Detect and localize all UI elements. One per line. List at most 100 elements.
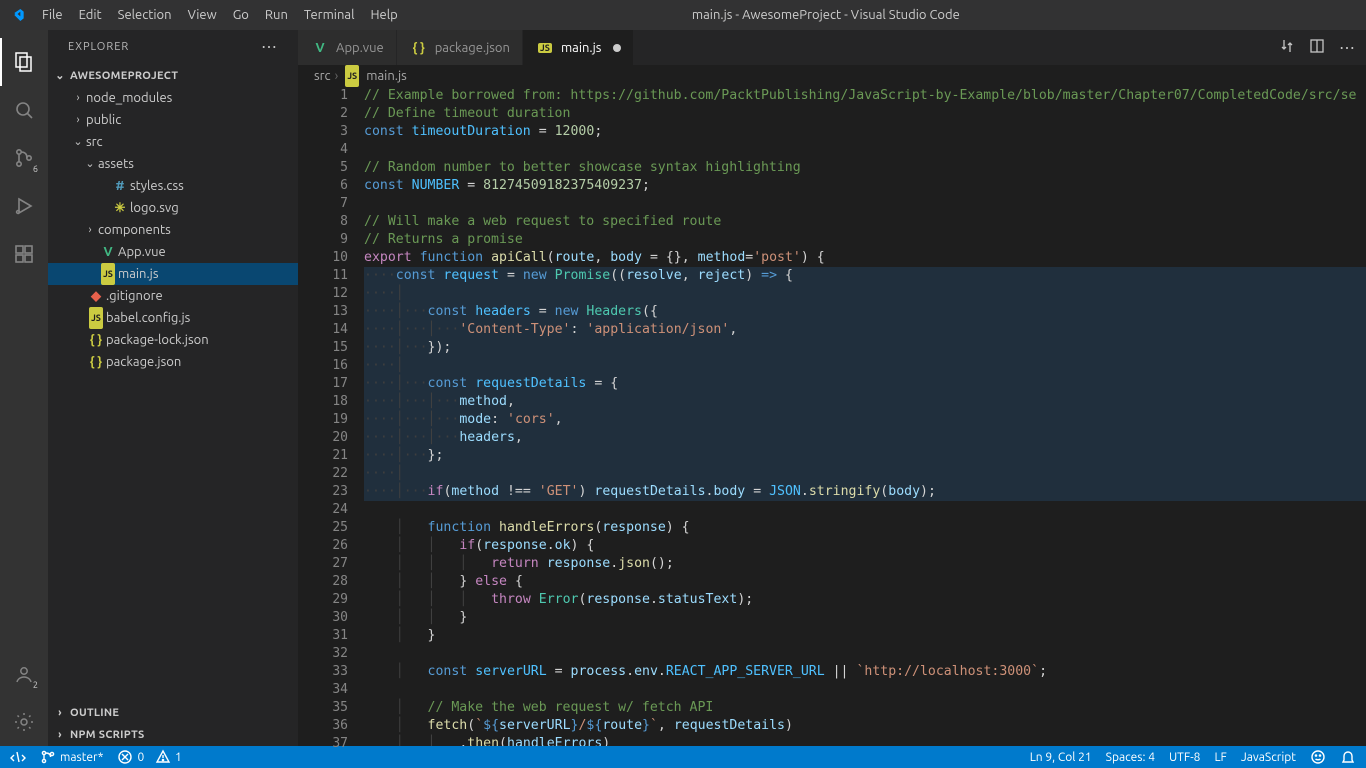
code-line[interactable]: // Example borrowed from: https://github…	[364, 87, 1366, 105]
editor[interactable]: 1234567891011121314151617181920212223242…	[298, 87, 1366, 746]
code-line[interactable]: // Random number to better showcase synt…	[364, 159, 1366, 177]
menu-file[interactable]: File	[34, 0, 71, 30]
code-line[interactable]: │ const serverURL = process.env.REACT_AP…	[364, 663, 1366, 681]
breadcrumb-segment[interactable]: src	[314, 65, 331, 87]
code-line[interactable]: ····│···};	[364, 447, 1366, 465]
sidebar-section-npm-scripts[interactable]: ›NPM SCRIPTS	[48, 724, 298, 746]
sidebar-title: EXPLORER ⋯	[48, 30, 298, 65]
menu-edit[interactable]: Edit	[71, 0, 110, 30]
code-line[interactable]: ····│···│···headers,	[364, 429, 1366, 447]
tree-file-main.js[interactable]: JSmain.js	[48, 263, 298, 285]
tree-file-package-lock.json[interactable]: { }package-lock.json	[48, 329, 298, 351]
tree-file-styles.css[interactable]: #styles.css	[48, 175, 298, 197]
code-line[interactable]: // Will make a web request to specified …	[364, 213, 1366, 231]
code-line[interactable]: │ // Make the web request w/ fetch API	[364, 699, 1366, 717]
split-editor-icon[interactable]	[1309, 38, 1325, 57]
tab-main-js[interactable]: JSmain.js	[523, 30, 634, 65]
status-eol[interactable]: LF	[1214, 751, 1226, 764]
status-encoding[interactable]: UTF-8	[1169, 751, 1200, 764]
code-line[interactable]: │ function handleErrors(response) {	[364, 519, 1366, 537]
tree-item-label: logo.svg	[130, 197, 179, 219]
code-line[interactable]: // Define timeout duration	[364, 105, 1366, 123]
code-line[interactable]: │ │ .then(handleErrors)	[364, 735, 1366, 746]
activity-source-control[interactable]: 6	[0, 134, 48, 182]
status-cursor-position[interactable]: Ln 9, Col 21	[1030, 751, 1092, 764]
tree-folder-public[interactable]: ›public	[48, 109, 298, 131]
code-line[interactable]: │ │ } else {	[364, 573, 1366, 591]
tree-folder-assets[interactable]: ⌄assets	[48, 153, 298, 175]
activity-run-debug[interactable]	[0, 182, 48, 230]
code-line[interactable]: const timeoutDuration = 12000;	[364, 123, 1366, 141]
tree-file-logo.svg[interactable]: ✳logo.svg	[48, 197, 298, 219]
menu-help[interactable]: Help	[362, 0, 405, 30]
status-feedback-icon[interactable]	[1310, 749, 1326, 765]
menu-view[interactable]: View	[180, 0, 225, 30]
activity-search[interactable]	[0, 86, 48, 134]
code-line[interactable]: │ }	[364, 627, 1366, 645]
code-area[interactable]: // Example borrowed from: https://github…	[364, 87, 1366, 746]
sidebar-more-icon[interactable]: ⋯	[261, 30, 278, 65]
code-line[interactable]: ····│···if(method !== 'GET') requestDeta…	[364, 483, 1366, 501]
code-line[interactable]: │ │ │ throw Error(response.statusText);	[364, 591, 1366, 609]
chevron-down-icon: ⌄	[52, 65, 68, 87]
breadcrumb-segment[interactable]: main.js	[366, 65, 406, 87]
activity-explorer[interactable]	[0, 38, 48, 86]
code-line[interactable]	[364, 141, 1366, 159]
code-line[interactable]: const NUMBER = 81274509182375409237;	[364, 177, 1366, 195]
activity-accounts[interactable]: 2	[0, 650, 48, 698]
editor-more-icon[interactable]: ⋯	[1339, 38, 1356, 57]
sidebar-section-project[interactable]: ⌄ AWESOMEPROJECT	[48, 65, 298, 87]
tree-item-label: components	[98, 219, 171, 241]
code-line[interactable]: ····const request = new Promise((resolve…	[364, 267, 1366, 285]
code-line[interactable]	[364, 645, 1366, 663]
compare-changes-icon[interactable]	[1279, 38, 1295, 57]
tab-App-vue[interactable]: VApp.vue	[298, 30, 397, 65]
chevron-down-icon: ⌄	[82, 153, 98, 175]
status-indentation[interactable]: Spaces: 4	[1106, 751, 1155, 764]
js-file-icon: JS	[101, 263, 115, 285]
status-remote-icon[interactable]	[10, 749, 26, 765]
chevron-right-icon: ›	[82, 219, 98, 241]
code-line[interactable]: ····│···│···mode: 'cors',	[364, 411, 1366, 429]
code-line[interactable]: ····│···│···'Content-Type': 'application…	[364, 321, 1366, 339]
tree-file-App.vue[interactable]: VApp.vue	[48, 241, 298, 263]
code-line[interactable]: ····│	[364, 357, 1366, 375]
breadcrumbs[interactable]: src › JS main.js	[298, 65, 1366, 87]
activity-extensions[interactable]	[0, 230, 48, 278]
code-line[interactable]: │ │ │ return response.json();	[364, 555, 1366, 573]
menu-selection[interactable]: Selection	[110, 0, 180, 30]
code-line[interactable]: ····│···│···method,	[364, 393, 1366, 411]
tree-folder-src[interactable]: ⌄src	[48, 131, 298, 153]
menu-go[interactable]: Go	[225, 0, 257, 30]
status-language[interactable]: JavaScript	[1241, 751, 1296, 764]
tree-folder-components[interactable]: ›components	[48, 219, 298, 241]
code-line[interactable]: │ │ if(response.ok) {	[364, 537, 1366, 555]
tree-file-.gitignore[interactable]: ◆.gitignore	[48, 285, 298, 307]
code-line[interactable]	[364, 195, 1366, 213]
status-problems[interactable]: 0 1	[117, 749, 181, 765]
code-line[interactable]	[364, 681, 1366, 699]
vue-file-icon: V	[315, 41, 324, 55]
status-notifications-icon[interactable]	[1340, 749, 1356, 765]
code-line[interactable]	[364, 501, 1366, 519]
code-line[interactable]: export function apiCall(route, body = {}…	[364, 249, 1366, 267]
code-line[interactable]: │ │ }	[364, 609, 1366, 627]
tree-item-label: styles.css	[130, 175, 184, 197]
tree-file-babel.config.js[interactable]: JSbabel.config.js	[48, 307, 298, 329]
code-line[interactable]: ····│···});	[364, 339, 1366, 357]
menu-run[interactable]: Run	[257, 0, 296, 30]
code-line[interactable]: ····│	[364, 465, 1366, 483]
tree-file-package.json[interactable]: { }package.json	[48, 351, 298, 373]
code-line[interactable]: // Returns a promise	[364, 231, 1366, 249]
tab-package-json[interactable]: { }package.json	[397, 30, 523, 65]
code-line[interactable]: ····│···const headers = new Headers({	[364, 303, 1366, 321]
js-file-icon: JS	[538, 43, 552, 53]
status-branch[interactable]: master*	[40, 749, 103, 765]
sidebar-section-outline[interactable]: ›OUTLINE	[48, 702, 298, 724]
tree-folder-node_modules[interactable]: ›node_modules	[48, 87, 298, 109]
activity-settings[interactable]	[0, 698, 48, 746]
code-line[interactable]: ····│···const requestDetails = {	[364, 375, 1366, 393]
code-line[interactable]: ····│	[364, 285, 1366, 303]
menu-terminal[interactable]: Terminal	[296, 0, 363, 30]
code-line[interactable]: │ fetch(`${serverURL}/${route}`, request…	[364, 717, 1366, 735]
